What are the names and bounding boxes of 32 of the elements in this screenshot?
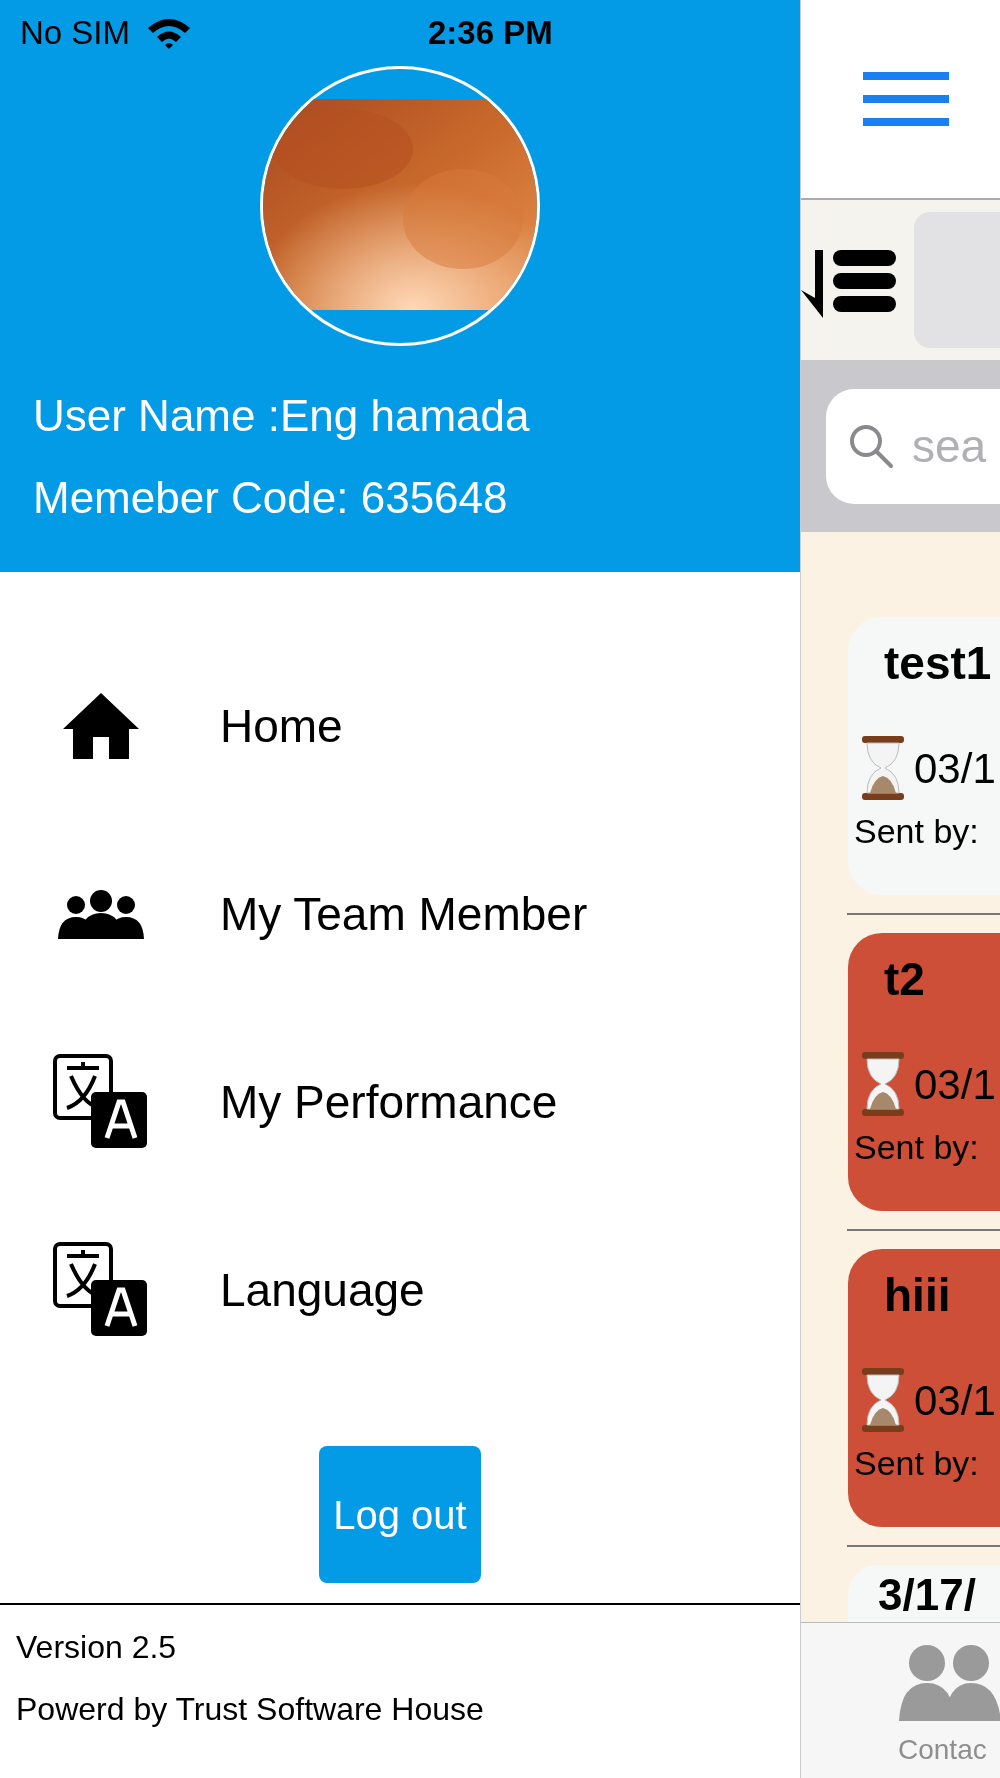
menu-item[interactable]: My Team Member	[220, 879, 588, 949]
user-name: User Name :Eng hamada	[33, 390, 531, 442]
message-card[interactable]: t2 03/1 Sent by:	[848, 933, 1000, 1211]
message-card[interactable]: hiii 03/1 Sent by:	[848, 1249, 1000, 1527]
powered-by-text: Powerd by Trust Software House	[16, 1690, 485, 1729]
message-date: 03/1	[914, 743, 996, 794]
people-icon	[58, 889, 144, 939]
clock-text: 2:36 PM	[428, 12, 553, 53]
sender-label: Sent by:	[854, 1127, 980, 1168]
translate-icon	[53, 1242, 149, 1338]
hourglass-icon	[862, 1368, 904, 1432]
message-date: 03/1	[914, 1375, 996, 1426]
version-text: Version 2.5	[16, 1628, 178, 1667]
carrier-text: No SIM	[20, 12, 131, 53]
message-date: 03/1	[914, 1059, 996, 1110]
sender-label: Sent by:	[854, 1443, 980, 1484]
menu-item[interactable]: Home	[220, 691, 343, 761]
message-title: test1	[883, 636, 993, 691]
menu-item[interactable]: Language	[220, 1255, 425, 1325]
message-date: 3/17/	[878, 1570, 976, 1619]
search-icon	[848, 423, 894, 469]
sender-label: Sent by:	[854, 811, 980, 852]
message-card[interactable]: test1 03/1 Sent by:	[848, 617, 1000, 895]
contacts-icon[interactable]	[899, 1643, 1000, 1723]
message-title: hiii	[883, 1268, 952, 1323]
hourglass-icon	[862, 1052, 904, 1116]
home-icon	[63, 693, 139, 759]
menu-item[interactable]: My Performance	[220, 1067, 558, 1137]
member-code: Memeber Code: 635648	[33, 472, 509, 524]
message-title: t2	[883, 952, 926, 1007]
hourglass-icon	[862, 736, 904, 800]
translate-icon	[53, 1054, 149, 1150]
